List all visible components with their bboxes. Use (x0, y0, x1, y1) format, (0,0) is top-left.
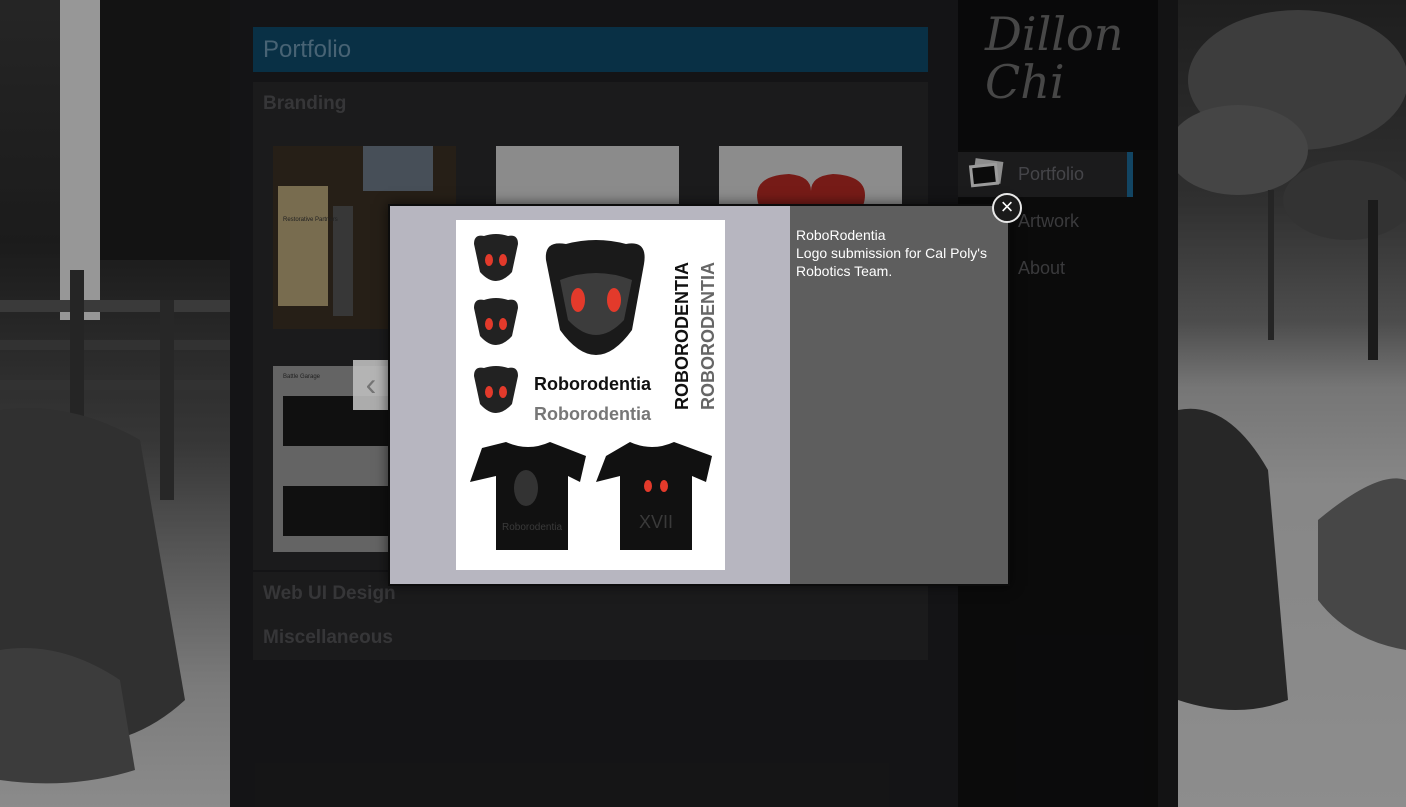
large-rat-head (545, 240, 645, 355)
small-rat-head-1 (474, 234, 518, 281)
wordmark-black: Roborodentia (534, 374, 652, 394)
chevron-left-icon: ‹ (365, 366, 377, 402)
tshirt-back-text: XVII (639, 512, 673, 532)
wordmark-grey: Roborodentia (534, 404, 652, 424)
tshirt-front-text: Roborodentia (502, 522, 562, 533)
close-button[interactable]: × (992, 193, 1022, 223)
lightbox-image: ROBORODENTIA ROBORODENTIA Roborodentia R… (456, 220, 725, 570)
vertical-wordmark-grey: ROBORODENTIA (698, 262, 718, 410)
lightbox-caption: RoboRodentia Logo submission for Cal Pol… (796, 226, 1006, 280)
roborodentia-logo-sheet: ROBORODENTIA ROBORODENTIA Roborodentia R… (470, 234, 718, 550)
small-rat-head-3 (474, 366, 518, 413)
caption-title: RoboRodentia (796, 227, 886, 243)
vertical-wordmark-black: ROBORODENTIA (672, 262, 692, 410)
previous-arrow[interactable]: ‹ (353, 360, 389, 410)
lightbox: ROBORODENTIA ROBORODENTIA Roborodentia R… (388, 204, 1010, 586)
tshirt-back: XVII (596, 442, 712, 550)
close-icon: × (1000, 194, 1014, 219)
lightbox-image-area: ROBORODENTIA ROBORODENTIA Roborodentia R… (390, 206, 790, 584)
caption-description: Logo submission for Cal Poly's Robotics … (796, 245, 987, 279)
small-rat-head-2 (474, 298, 518, 345)
tshirt-front: Roborodentia (470, 442, 586, 550)
